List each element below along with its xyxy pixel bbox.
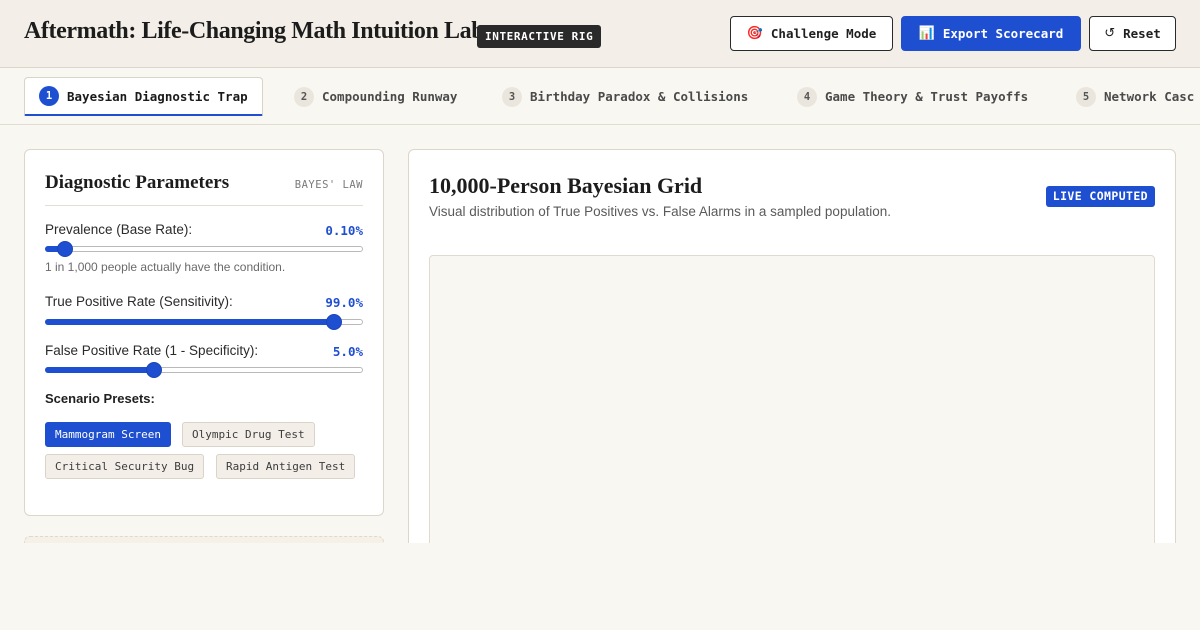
- diagnostic-parameters-panel: Diagnostic Parameters BAYES' LAW Prevale…: [24, 149, 384, 516]
- false-positive-label: False Positive Rate (1 - Specificity):: [45, 343, 259, 358]
- slider-thumb[interactable]: [146, 362, 162, 378]
- slider-track: [45, 246, 363, 252]
- preset-olympic-drug-test[interactable]: Olympic Drug Test: [182, 422, 315, 447]
- export-scorecard-label: Export Scorecard: [942, 26, 1064, 41]
- divider: [45, 205, 363, 206]
- live-computed-badge: LIVE COMPUTED: [1045, 186, 1155, 207]
- bayesian-grid-panel: 10,000-Person Bayesian Grid Visual distr…: [408, 149, 1176, 569]
- tab-number: 3: [502, 86, 522, 107]
- prevalence-label: Prevalence (Base Rate):: [45, 222, 193, 237]
- tab-number: 2: [294, 86, 314, 107]
- reset-button[interactable]: ↺ Reset: [1089, 16, 1176, 51]
- grid-subtitle: Visual distribution of True Positives vs…: [429, 204, 891, 219]
- module-tabs: 1 Bayesian Diagnostic Trap 2 Compounding…: [0, 69, 1200, 125]
- challenge-mode-button[interactable]: 🎯 Challenge Mode: [730, 16, 893, 51]
- tab-game-theory[interactable]: 4 Game Theory & Trust Payoffs: [797, 77, 1028, 116]
- preset-mammogram-screen[interactable]: Mammogram Screen: [45, 422, 171, 447]
- tab-number: 4: [797, 86, 817, 107]
- interactive-rig-badge: INTERACTIVE RIG: [477, 25, 602, 48]
- false-positive-value: 5.0%: [332, 344, 363, 359]
- challenge-mode-label: Challenge Mode: [770, 26, 877, 41]
- tab-label: Compounding Runway: [322, 89, 458, 104]
- reset-label: Reset: [1123, 26, 1161, 41]
- grid-title: 10,000-Person Bayesian Grid: [429, 173, 703, 198]
- slider-fill: [45, 367, 154, 373]
- bayes-law-tag: BAYES' LAW: [294, 179, 363, 191]
- export-scorecard-button[interactable]: 📊 Export Scorecard: [901, 16, 1081, 51]
- bar-chart-icon: 📊: [918, 26, 935, 41]
- tab-number: 1: [39, 86, 59, 106]
- preset-critical-security-bug[interactable]: Critical Security Bug: [45, 454, 205, 479]
- reset-icon: ↺: [1104, 26, 1116, 41]
- tab-label: Bayesian Diagnostic Trap: [67, 88, 248, 104]
- sensitivity-label: True Positive Rate (Sensitivity):: [45, 294, 233, 309]
- panel-title: Diagnostic Parameters: [45, 172, 230, 193]
- preset-rapid-antigen-test[interactable]: Rapid Antigen Test: [216, 454, 356, 479]
- slider-thumb[interactable]: [57, 241, 73, 257]
- target-icon: 🎯: [746, 26, 763, 41]
- tab-network-cascades[interactable]: 5 Network Casc: [1076, 77, 1194, 116]
- sensitivity-value: 99.0%: [325, 295, 363, 310]
- slider-thumb[interactable]: [326, 314, 342, 330]
- prevalence-note: 1 in 1,000 people actually have the cond…: [45, 260, 286, 274]
- slider-fill: [45, 319, 334, 325]
- prevalence-slider[interactable]: [45, 241, 363, 257]
- prevalence-value: 0.10%: [325, 223, 363, 238]
- page-fold: [0, 543, 1200, 630]
- tab-compounding-runway[interactable]: 2 Compounding Runway: [294, 77, 457, 116]
- app-title: Aftermath: Life-Changing Math Intuition …: [24, 18, 485, 44]
- population-grid-canvas: [429, 255, 1155, 555]
- tab-bayesian-diagnostic-trap[interactable]: 1 Bayesian Diagnostic Trap: [24, 77, 263, 116]
- false-positive-slider[interactable]: [45, 362, 363, 378]
- scenario-presets-label: Scenario Presets:: [45, 391, 155, 406]
- tab-number: 5: [1076, 86, 1096, 107]
- sensitivity-slider[interactable]: [45, 314, 363, 330]
- app-header: Aftermath: Life-Changing Math Intuition …: [0, 0, 1200, 68]
- tab-label: Network Casc: [1104, 89, 1195, 104]
- tab-label: Game Theory & Trust Payoffs: [825, 89, 1029, 104]
- tab-label: Birthday Paradox & Collisions: [530, 89, 749, 104]
- tab-birthday-paradox[interactable]: 3 Birthday Paradox & Collisions: [502, 77, 748, 116]
